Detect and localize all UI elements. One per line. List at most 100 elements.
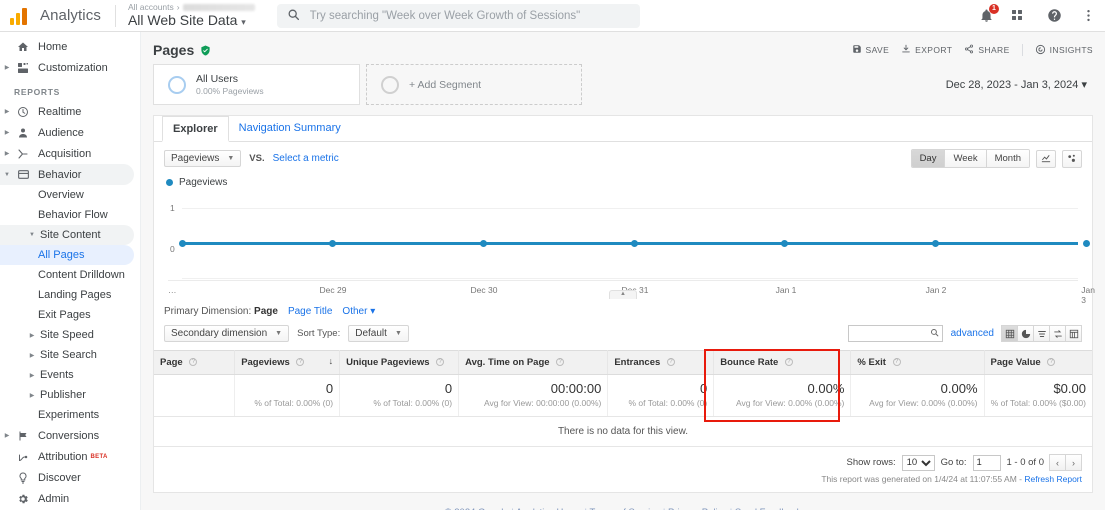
motion-chart-icon[interactable] bbox=[1062, 149, 1082, 168]
insights-button[interactable]: INSIGHTS bbox=[1035, 44, 1093, 57]
sidebar-item-experiments[interactable]: Experiments bbox=[0, 405, 140, 425]
segment-all-users[interactable]: All Users 0.00% Pageviews bbox=[153, 64, 360, 105]
sidebar-item-acquisition[interactable]: ▶ Acquisition bbox=[0, 143, 140, 164]
sort-descending-icon[interactable]: ↓ bbox=[329, 356, 334, 366]
goto-page-input[interactable]: 1 bbox=[972, 454, 1001, 471]
sidebar-item-site-content[interactable]: ▼ Site Content bbox=[0, 225, 134, 245]
expand-arrow-icon: ▶ bbox=[4, 109, 10, 115]
account-selector[interactable]: All accounts › All Web Site Data ▾ bbox=[128, 2, 255, 29]
chevron-down-icon: ▾ bbox=[1081, 79, 1087, 91]
sidebar-item-site-speed[interactable]: ▶ Site Speed bbox=[0, 325, 140, 345]
data-point[interactable] bbox=[932, 240, 939, 247]
data-point[interactable] bbox=[631, 240, 638, 247]
help-icon[interactable]: ? bbox=[296, 358, 305, 367]
share-button[interactable]: SHARE bbox=[964, 44, 1009, 56]
export-button[interactable]: EXPORT bbox=[901, 44, 952, 56]
summary-subvalue: % of Total: 0.00% (0) bbox=[254, 398, 334, 408]
line-chart-icon[interactable] bbox=[1036, 149, 1056, 168]
previous-page-button[interactable]: ‹ bbox=[1049, 454, 1066, 471]
granularity-week-button[interactable]: Week bbox=[945, 150, 987, 167]
column-header-bounce-rate[interactable]: Bounce Rate ? bbox=[713, 350, 852, 375]
page-title-dimension-link[interactable]: Page Title bbox=[288, 306, 332, 317]
data-point[interactable] bbox=[329, 240, 336, 247]
sidebar-item-all-pages[interactable]: All Pages bbox=[0, 245, 134, 265]
sidebar-item-customization[interactable]: ▶ Customization bbox=[0, 57, 140, 78]
select-metric-link[interactable]: Select a metric bbox=[273, 153, 339, 164]
x-tick-label: … bbox=[168, 285, 177, 295]
sidebar-item-overview[interactable]: Overview bbox=[0, 185, 140, 205]
insights-icon bbox=[1035, 44, 1046, 57]
data-point[interactable] bbox=[1083, 240, 1090, 247]
sidebar-item-publisher[interactable]: ▶ Publisher bbox=[0, 385, 140, 405]
tab-explorer[interactable]: Explorer bbox=[162, 116, 229, 142]
metric-selector[interactable]: Pageviews ▼ bbox=[164, 150, 242, 167]
sidebar-item-attribution[interactable]: Attribution BETA bbox=[0, 446, 140, 467]
main-content: Pages SAVE EXPORT SHARE INSIGHTS All Use… bbox=[141, 32, 1105, 510]
column-header-unique-pageviews[interactable]: Unique Pageviews ? bbox=[339, 350, 460, 375]
notifications-bell-icon[interactable]: 1 bbox=[977, 3, 999, 25]
summary-subvalue: Avg for View: 00:00:00 (0.00%) bbox=[484, 398, 602, 408]
granularity-day-button[interactable]: Day bbox=[911, 150, 946, 167]
overflow-menu-icon[interactable] bbox=[1079, 7, 1097, 25]
pivot-view-icon[interactable] bbox=[1065, 325, 1082, 342]
sidebar-item-behavior-flow[interactable]: Behavior Flow bbox=[0, 205, 140, 225]
date-range-picker[interactable]: Dec 28, 2023 - Jan 3, 2024 ▾ bbox=[946, 78, 1093, 91]
tab-navigation-summary[interactable]: Navigation Summary bbox=[229, 116, 351, 141]
legend-color-dot bbox=[166, 179, 173, 186]
help-icon[interactable]: ? bbox=[436, 358, 445, 367]
sort-type-selector[interactable]: Default ▼ bbox=[348, 325, 409, 342]
column-header-percent-exit[interactable]: % Exit ? bbox=[850, 350, 985, 375]
column-header-page[interactable]: Page ? bbox=[154, 350, 236, 375]
add-segment-button[interactable]: + Add Segment bbox=[366, 64, 582, 105]
help-icon[interactable]: ? bbox=[556, 358, 565, 367]
advanced-filter-link[interactable]: advanced bbox=[951, 328, 994, 339]
secondary-dimension-selector[interactable]: Secondary dimension ▼ bbox=[164, 325, 290, 342]
search-input[interactable] bbox=[309, 9, 630, 22]
property-view-name[interactable]: All Web Site Data ▾ bbox=[128, 12, 255, 28]
sidebar-item-landing-pages[interactable]: Landing Pages bbox=[0, 285, 140, 305]
search-bar[interactable] bbox=[276, 3, 640, 28]
sidebar-item-exit-pages[interactable]: Exit Pages bbox=[0, 305, 140, 325]
show-rows-select[interactable]: 10 bbox=[901, 454, 935, 471]
performance-view-icon[interactable] bbox=[1049, 325, 1066, 342]
data-point[interactable] bbox=[179, 240, 186, 247]
column-header-entrances[interactable]: Entrances ? bbox=[607, 350, 715, 375]
person-icon bbox=[14, 127, 32, 139]
granularity-month-button[interactable]: Month bbox=[986, 150, 1029, 167]
next-page-button[interactable]: › bbox=[1065, 454, 1082, 471]
percentage-view-icon[interactable] bbox=[1033, 325, 1050, 342]
sidebar-item-home[interactable]: Home bbox=[0, 36, 140, 57]
save-button[interactable]: SAVE bbox=[852, 44, 890, 56]
help-icon[interactable]: ? bbox=[1047, 358, 1056, 367]
sidebar-item-behavior[interactable]: ▼ Behavior bbox=[0, 164, 134, 185]
pages-data-table: Page ? Pageviews ? ↓ Unique Pageviews ? … bbox=[154, 350, 1092, 417]
column-header-avg-time-on-page[interactable]: Avg. Time on Page ? bbox=[458, 350, 609, 375]
table-search-input[interactable] bbox=[847, 325, 943, 342]
help-icon[interactable]: ? bbox=[189, 358, 198, 367]
apps-grid-icon[interactable] bbox=[1011, 7, 1029, 25]
column-header-pageviews[interactable]: Pageviews ? ↓ bbox=[234, 350, 341, 375]
sidebar-item-conversions[interactable]: ▶ Conversions bbox=[0, 425, 140, 446]
collapse-chart-handle[interactable]: ▲ bbox=[609, 290, 637, 299]
column-header-page-value[interactable]: Page Value ? bbox=[984, 350, 1092, 375]
sidebar-item-events[interactable]: ▶ Events bbox=[0, 365, 140, 385]
help-icon[interactable] bbox=[1045, 7, 1063, 25]
pie-view-icon[interactable] bbox=[1017, 325, 1034, 342]
data-point[interactable] bbox=[781, 240, 788, 247]
help-icon[interactable]: ? bbox=[784, 358, 793, 367]
sidebar-item-discover[interactable]: Discover bbox=[0, 467, 140, 488]
refresh-report-link[interactable]: Refresh Report bbox=[1024, 474, 1082, 484]
help-icon[interactable]: ? bbox=[666, 358, 675, 367]
sidebar-item-realtime[interactable]: ▶ Realtime bbox=[0, 101, 140, 122]
sidebar-item-content-drilldown[interactable]: Content Drilldown bbox=[0, 265, 140, 285]
data-point[interactable] bbox=[480, 240, 487, 247]
sidebar-item-site-search[interactable]: ▶ Site Search bbox=[0, 345, 140, 365]
table-view-icon[interactable] bbox=[1001, 325, 1018, 342]
other-dimension-link[interactable]: Other ▾ bbox=[342, 306, 375, 317]
pageviews-line-chart: 1 0 bbox=[168, 192, 1090, 280]
help-icon[interactable]: ? bbox=[892, 358, 901, 367]
x-tick-label: Jan 3 bbox=[1081, 285, 1095, 305]
sidebar-item-audience[interactable]: ▶ Audience bbox=[0, 122, 140, 143]
summary-cell-unique-pageviews: 0 % of Total: 0.00% (0) bbox=[339, 374, 460, 417]
sidebar-item-admin[interactable]: Admin bbox=[0, 488, 140, 509]
